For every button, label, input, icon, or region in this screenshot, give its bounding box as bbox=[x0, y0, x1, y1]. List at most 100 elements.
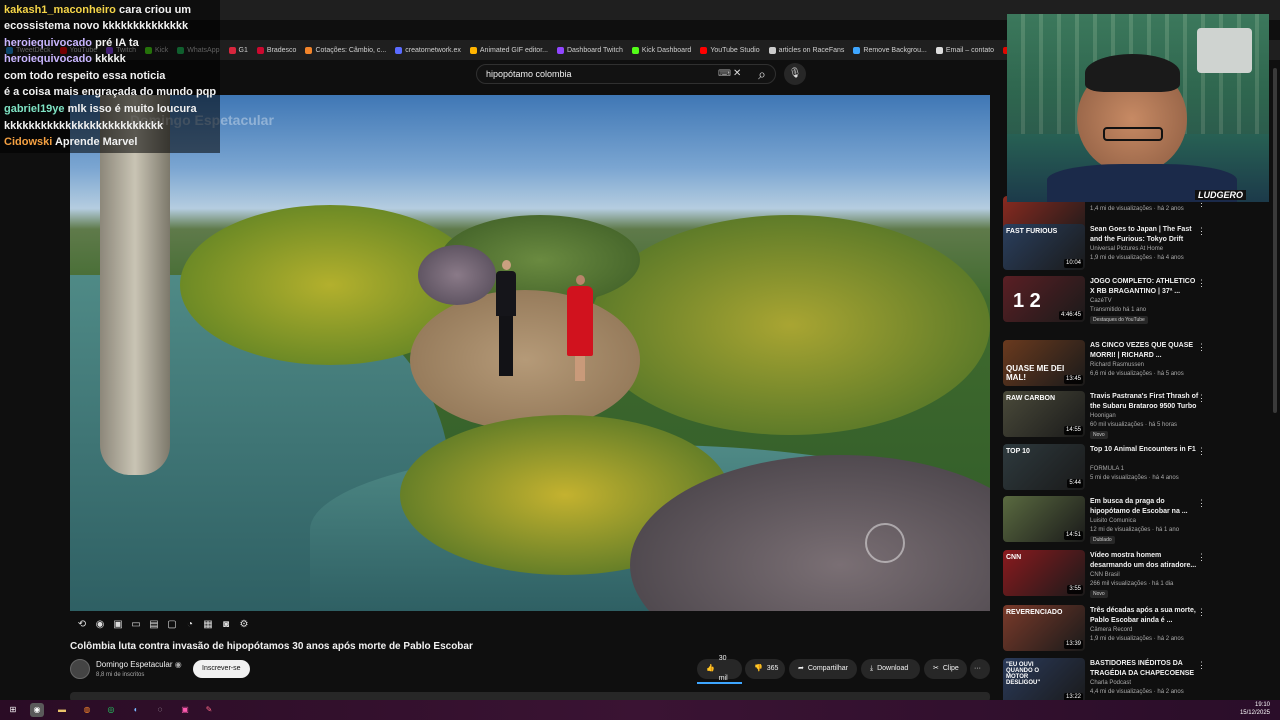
mic-icon[interactable]: 🎙 bbox=[784, 63, 806, 85]
download-button[interactable]: ⤓ Download bbox=[861, 659, 920, 679]
recommendation-item[interactable]: RAW CARBON 14:55 Travis Pastrana's First T… bbox=[1003, 391, 1273, 441]
player-control-icon[interactable]: ◉ bbox=[94, 619, 106, 631]
player-control-icon[interactable]: ▦ bbox=[202, 619, 214, 631]
video-thumbnail[interactable]: 14:51 bbox=[1003, 496, 1085, 542]
recommendation-channel[interactable]: Hoonigan bbox=[1090, 413, 1116, 419]
clip-button[interactable]: ✂ Clipe bbox=[924, 659, 967, 679]
recommendation-channel[interactable]: Luisito Comunica bbox=[1090, 518, 1136, 524]
keyboard-icon[interactable]: ⌨ bbox=[718, 68, 731, 79]
recommendation-item[interactable]: REVERENCIADO 13:39 Três décadas após a sua… bbox=[1003, 605, 1273, 655]
bookmark-item[interactable]: Bradesco bbox=[256, 46, 297, 54]
search-input[interactable]: hipopótamo colombia bbox=[476, 64, 776, 84]
video-player[interactable]: Domingo Espetacular bbox=[70, 95, 990, 611]
bookmark-item[interactable]: Cotações: Câmbio, c... bbox=[305, 46, 386, 54]
player-control-icon[interactable]: ▣ bbox=[112, 619, 124, 631]
recommendation-channel[interactable]: FORMULA 1 bbox=[1090, 466, 1124, 472]
bookmark-item[interactable]: YouTube Studio bbox=[700, 46, 760, 54]
bookmark-item[interactable]: creatornetwork.ex bbox=[395, 46, 461, 54]
recommendation-channel[interactable]: Richard Rasmussen bbox=[1090, 362, 1144, 368]
more-options-icon[interactable]: ⋮ bbox=[1197, 607, 1206, 618]
player-control-icon[interactable]: ◔ bbox=[184, 619, 196, 631]
bookmark-label: creatornetwork.ex bbox=[405, 46, 461, 54]
recommendation-title[interactable]: Sean Goes to Japan | The Fast and the Fu… bbox=[1090, 225, 1200, 245]
recommendation-title[interactable]: Três décadas após a sua morte, Pablo Esc… bbox=[1090, 606, 1200, 626]
recommendation-item[interactable]: TOP 10 5:44 Top 10 Animal Encounters in F1… bbox=[1003, 444, 1273, 494]
bookmark-favicon-icon bbox=[935, 46, 943, 54]
video-thumbnail[interactable]: REVERENCIADO 13:39 bbox=[1003, 605, 1085, 651]
recommendation-channel[interactable]: CazéTV bbox=[1090, 298, 1112, 304]
channel-name[interactable]: Domingo Espetacular ◉ bbox=[96, 660, 182, 669]
recommendation-title[interactable]: Vídeo mostra homem desarmando um dos ati… bbox=[1090, 551, 1200, 571]
dislike-button[interactable]: 👎 365 bbox=[745, 659, 785, 679]
search-icon[interactable]: ⌕ bbox=[752, 64, 772, 84]
video-thumbnail[interactable]: QUASE ME DEI MAL! 13:45 bbox=[1003, 340, 1085, 386]
whatsapp-icon[interactable]: ◎ bbox=[104, 703, 118, 717]
chat-username[interactable]: heroiequivocado bbox=[4, 37, 92, 49]
recommendation-item[interactable]: 1 2 4:46:45 JOGO COMPLETO: ATHLETICO X RB … bbox=[1003, 276, 1273, 326]
app-icon[interactable]: ✎ bbox=[202, 703, 216, 717]
scrollbar[interactable] bbox=[1273, 68, 1277, 413]
more-actions-button[interactable]: ··· bbox=[970, 659, 990, 679]
video-thumbnail[interactable]: 1 2 4:46:45 bbox=[1003, 276, 1085, 322]
start-icon[interactable]: ⊞ bbox=[6, 703, 20, 717]
video-thumbnail[interactable]: RAW CARBON 14:55 bbox=[1003, 391, 1085, 437]
player-control-icon[interactable]: ⚙ bbox=[238, 619, 250, 631]
app-icon[interactable]: ◍ bbox=[80, 703, 94, 717]
bookmark-item[interactable]: G1 bbox=[228, 46, 248, 54]
more-options-icon[interactable]: ⋮ bbox=[1197, 498, 1206, 509]
like-button[interactable]: 👍 30 mil bbox=[697, 655, 742, 682]
clear-search-icon[interactable]: ✕ bbox=[733, 68, 741, 79]
recommendation-title[interactable]: BASTIDORES INÉDITOS DA TRAGÉDIA DA CHAPE… bbox=[1090, 659, 1200, 679]
recommendation-channel[interactable]: CNN Brasil bbox=[1090, 572, 1120, 578]
video-thumbnail[interactable]: TOP 10 5:44 bbox=[1003, 444, 1085, 490]
player-control-icon[interactable]: ◙ bbox=[220, 619, 232, 631]
bookmark-item[interactable]: Dashboard Twitch bbox=[556, 46, 623, 54]
more-options-icon[interactable]: ⋮ bbox=[1197, 552, 1206, 563]
recommendation-item[interactable]: 14:51 Em busca da praga do hipopótamo de … bbox=[1003, 496, 1273, 546]
chat-username[interactable]: gabriel19ye bbox=[4, 103, 65, 115]
more-options-icon[interactable]: ⋮ bbox=[1197, 226, 1206, 237]
recommendation-title[interactable]: Travis Pastrana's First Thrash of the Su… bbox=[1090, 392, 1200, 412]
recommendation-channel[interactable]: Universal Pictures At Home bbox=[1090, 246, 1163, 252]
recommendation-title[interactable]: Em busca da praga do hipopótamo de Escob… bbox=[1090, 497, 1200, 517]
chat-username[interactable]: heroiequivocado bbox=[4, 53, 92, 65]
player-control-icon[interactable]: ▭ bbox=[130, 619, 142, 631]
bookmark-item[interactable]: Animated GIF editor... bbox=[469, 46, 548, 54]
more-options-icon[interactable]: ⋮ bbox=[1197, 660, 1206, 671]
bookmark-item[interactable]: Remove Backgrou... bbox=[853, 46, 927, 54]
file-explorer-icon[interactable]: ▬ bbox=[55, 703, 69, 717]
bookmark-label: Bradesco bbox=[266, 46, 297, 54]
bookmark-item[interactable]: Email – contato bbox=[935, 46, 994, 54]
recommendation-meta: 266 mil visualizações · há 1 dia bbox=[1090, 581, 1174, 587]
recommendation-title[interactable]: JOGO COMPLETO: ATHLETICO X RB BRAGANTINO… bbox=[1090, 277, 1200, 297]
recommendation-item[interactable]: QUASE ME DEI MAL! 13:45 AS CINCO VEZES QUE… bbox=[1003, 340, 1273, 390]
recommendation-channel[interactable]: Câmera Record bbox=[1090, 627, 1132, 633]
recommendation-item[interactable]: FAST FURIOUS 10:04 Sean Goes to Japan | Th… bbox=[1003, 224, 1273, 274]
app-icon[interactable]: ◐ bbox=[129, 703, 143, 717]
share-button[interactable]: ➦ Compartilhar bbox=[789, 659, 857, 679]
more-options-icon[interactable]: ⋮ bbox=[1197, 342, 1206, 353]
more-options-icon[interactable]: ⋮ bbox=[1197, 393, 1206, 404]
bookmark-item[interactable]: Kick Dashboard bbox=[631, 46, 691, 54]
player-control-icon[interactable]: ▢ bbox=[166, 619, 178, 631]
chat-text: mlk isso é muito loucura bbox=[67, 103, 197, 115]
more-options-icon[interactable]: ⋮ bbox=[1197, 446, 1206, 457]
video-thumbnail[interactable]: FAST FURIOUS 10:04 bbox=[1003, 224, 1085, 270]
recommendation-title[interactable]: AS CINCO VEZES QUE QUASE MORRI! | RICHAR… bbox=[1090, 341, 1200, 361]
subscribe-button[interactable]: Inscrever-se bbox=[193, 660, 250, 678]
recommendation-title[interactable]: Top 10 Animal Encounters in F1 bbox=[1090, 445, 1200, 455]
recommendation-channel[interactable]: Charla Podcast bbox=[1090, 680, 1131, 686]
bookmark-item[interactable]: articles on RaceFans bbox=[768, 46, 844, 54]
recommendation-item[interactable]: CNN 3:55 Vídeo mostra homem desarmando um … bbox=[1003, 550, 1273, 600]
player-control-icon[interactable]: ⟲ bbox=[76, 619, 88, 631]
chat-username[interactable]: kakash1_maconheiro bbox=[4, 4, 116, 16]
app-icon[interactable]: ▣ bbox=[178, 703, 192, 717]
video-thumbnail[interactable]: CNN 3:55 bbox=[1003, 550, 1085, 596]
more-options-icon[interactable]: ⋮ bbox=[1197, 278, 1206, 289]
chat-username[interactable]: Cidowski bbox=[4, 136, 52, 148]
player-control-icon[interactable]: ▤ bbox=[148, 619, 160, 631]
video-thumbnail[interactable]: "EU OUVI QUANDO O MOTOR DESLIGOU" 13:22 bbox=[1003, 658, 1085, 704]
chrome-icon[interactable]: ◉ bbox=[30, 703, 44, 717]
app-icon[interactable]: ◌ bbox=[153, 703, 167, 717]
channel-avatar[interactable] bbox=[70, 659, 90, 679]
